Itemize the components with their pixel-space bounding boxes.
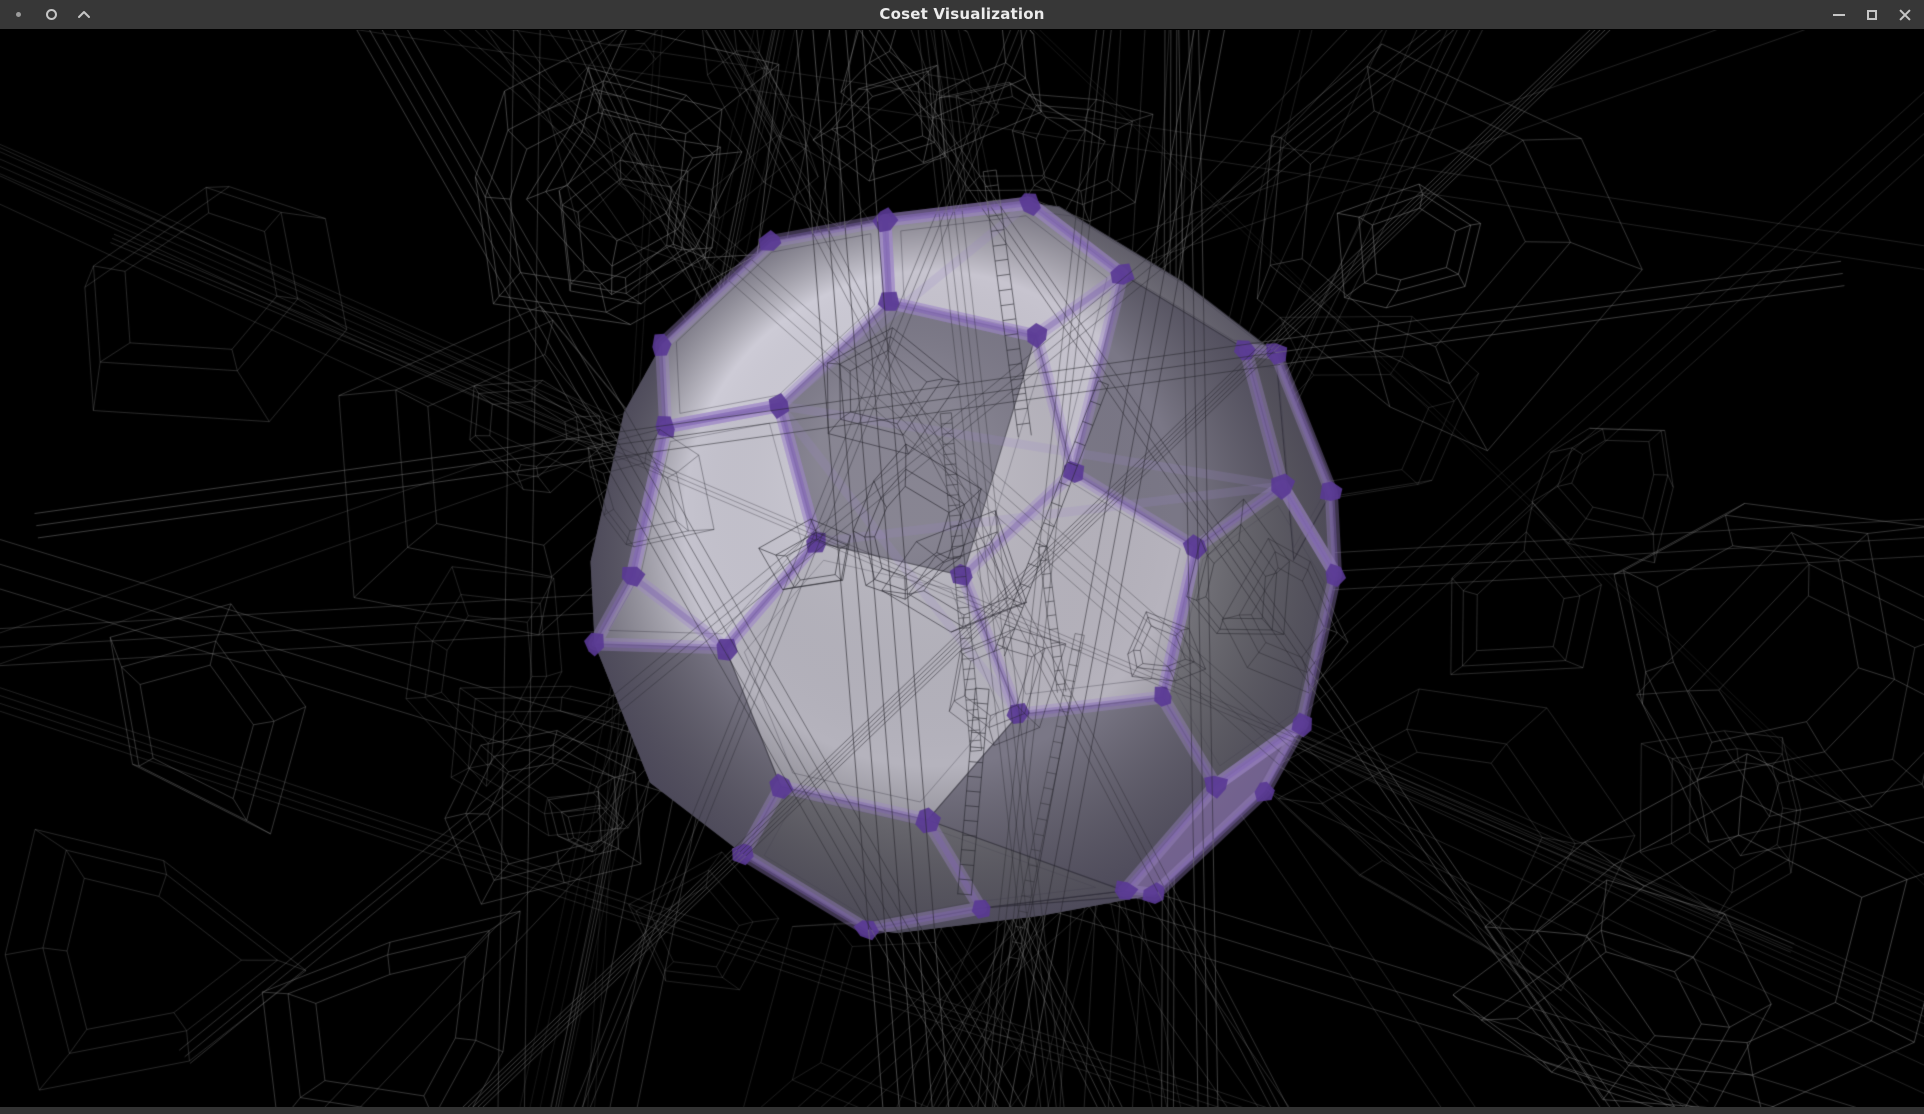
chevron-up-icon[interactable] — [77, 8, 91, 22]
titlebar-left-controls — [11, 0, 91, 29]
window-title: Coset Visualization — [879, 0, 1044, 29]
maximize-icon — [1867, 10, 1877, 20]
window-resize-edge[interactable] — [0, 1107, 1924, 1114]
close-icon — [1898, 8, 1912, 22]
maximize-button[interactable] — [1865, 8, 1879, 22]
minimize-icon — [1833, 14, 1845, 16]
close-button[interactable] — [1898, 8, 1912, 22]
titlebar-window-controls — [1832, 0, 1912, 29]
minimize-button[interactable] — [1832, 8, 1846, 22]
coset-3d-viewport[interactable] — [0, 30, 1924, 1107]
app-window: Coset Visualization — [0, 0, 1924, 1114]
titlebar[interactable]: Coset Visualization — [0, 0, 1924, 30]
circle-outline-icon[interactable] — [44, 8, 58, 22]
dot-icon[interactable] — [11, 8, 25, 22]
